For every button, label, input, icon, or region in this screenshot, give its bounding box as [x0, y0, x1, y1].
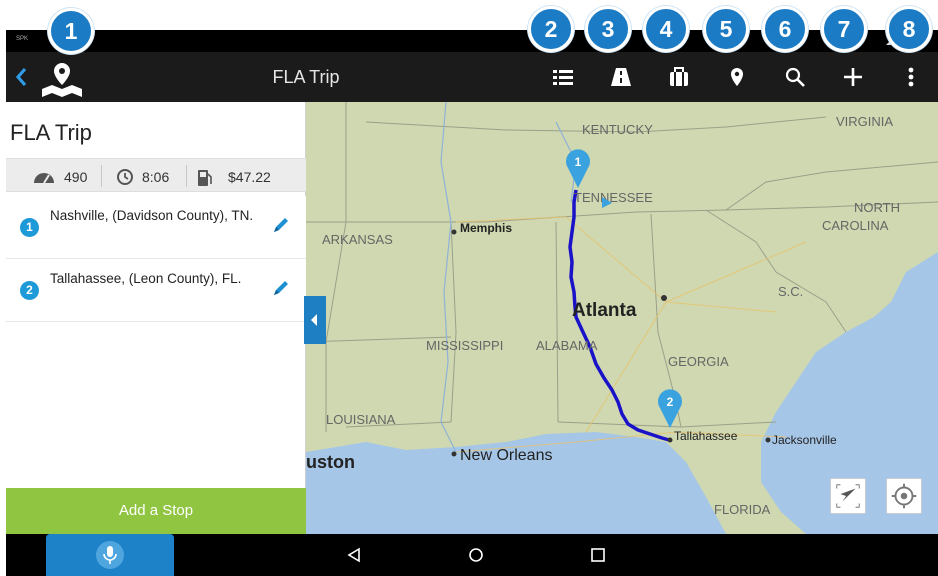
map-label-arkansas: ARKANSAS	[322, 232, 393, 247]
map-view[interactable]: KENTUCKY VIRGINIA TENNESSEE NORTH CAROLI…	[306, 102, 938, 534]
toolbar-title: FLA Trip	[272, 67, 340, 87]
map-label-north: NORTH	[854, 200, 900, 215]
stop-number-badge: 2	[20, 281, 39, 300]
plus-icon[interactable]	[838, 62, 868, 92]
road-icon[interactable]	[606, 62, 636, 92]
callout-6: 6	[762, 6, 808, 52]
time-value: 8:06	[142, 169, 170, 185]
distance-stat: 490	[32, 168, 112, 186]
map-label-florida: FLORIDA	[714, 502, 771, 517]
callout-2: 2	[528, 6, 574, 52]
map-pin-icon[interactable]	[722, 62, 752, 92]
collapse-panel-button[interactable]	[304, 296, 326, 344]
fuel-pump-icon	[198, 170, 212, 186]
callout-8: 8	[886, 6, 932, 52]
speedometer-icon	[34, 173, 54, 184]
callout-4: 4	[643, 6, 689, 52]
add-stop-button[interactable]: Add a Stop	[6, 488, 306, 534]
map-label-new-orleans: New Orleans	[460, 447, 552, 464]
microphone-icon	[96, 541, 124, 569]
callout-5: 5	[703, 6, 749, 52]
system-nav-bar	[6, 534, 938, 576]
overflow-menu-icon[interactable]	[896, 62, 926, 92]
nav-recents-icon[interactable]	[588, 545, 608, 565]
map-label-carolina: CAROLINA	[822, 218, 889, 233]
itinerary-list-icon[interactable]	[548, 62, 578, 92]
time-stat: 8:06	[116, 168, 196, 186]
carrier-label: SPK	[16, 36, 29, 42]
stat-divider	[101, 165, 102, 187]
stat-divider	[186, 165, 187, 187]
stop-item[interactable]: 1 Nashville, (Davidson County), TN.	[6, 196, 306, 259]
map-label-virginia: VIRGINIA	[836, 114, 893, 129]
search-icon[interactable]	[780, 62, 810, 92]
map-label-louisiana: LOUISIANA	[326, 412, 396, 427]
nav-home-icon[interactable]	[466, 545, 486, 565]
svg-text:1: 1	[575, 155, 582, 169]
briefcase-icon[interactable]	[664, 62, 694, 92]
map-label-jacksonville: Jacksonville	[772, 433, 837, 447]
stop-number-badge: 1	[20, 218, 39, 237]
app-screen: SPK FLA Trip 1 2 3 4 5 6 7 8 FLA Trip 49…	[0, 0, 938, 576]
map-label-tennessee: TENNESSEE	[574, 190, 653, 205]
map-label-houston: uston	[306, 452, 355, 472]
callout-7: 7	[821, 6, 867, 52]
navigation-arrow-icon[interactable]	[830, 478, 866, 514]
map-label-georgia: GEORGIA	[668, 354, 729, 369]
trip-stats: 490 8:06 $47.22	[6, 158, 306, 192]
stop-item[interactable]: 2 Tallahassee, (Leon County), FL.	[6, 259, 306, 322]
edit-pencil-icon[interactable]	[270, 214, 292, 236]
map-label-memphis: Memphis	[460, 221, 512, 235]
svg-text:2: 2	[667, 395, 674, 409]
my-location-icon[interactable]	[886, 478, 922, 514]
map-label-tallahassee: Tallahassee	[674, 429, 738, 443]
map-canvas: KENTUCKY VIRGINIA TENNESSEE NORTH CAROLI…	[306, 102, 938, 534]
cost-stat: $47.22	[196, 168, 296, 186]
trip-panel: FLA Trip 490 8:06 $47.22 1 Nashville, (D…	[6, 102, 306, 534]
distance-value: 490	[64, 169, 88, 185]
map-label-alabama: ALABAMA	[536, 338, 598, 353]
callout-1: 1	[48, 8, 94, 54]
stop-name: Nashville, (Davidson County), TN.	[50, 208, 254, 223]
map-label-kentucky: KENTUCKY	[582, 122, 653, 137]
app-toolbar: FLA Trip	[6, 52, 938, 102]
stop-name: Tallahassee, (Leon County), FL.	[50, 271, 242, 286]
trip-title: FLA Trip	[10, 120, 92, 145]
map-label-sc: S.C.	[778, 284, 803, 299]
map-label-mississippi: MISSISSIPPI	[426, 338, 503, 353]
cost-value: $47.22	[228, 169, 271, 185]
clock-icon	[117, 169, 133, 185]
nav-back-icon[interactable]	[344, 545, 364, 565]
map-label-atlanta: Atlanta	[572, 300, 637, 321]
voice-button[interactable]	[46, 534, 174, 576]
callout-3: 3	[585, 6, 631, 52]
edit-pencil-icon[interactable]	[270, 277, 292, 299]
